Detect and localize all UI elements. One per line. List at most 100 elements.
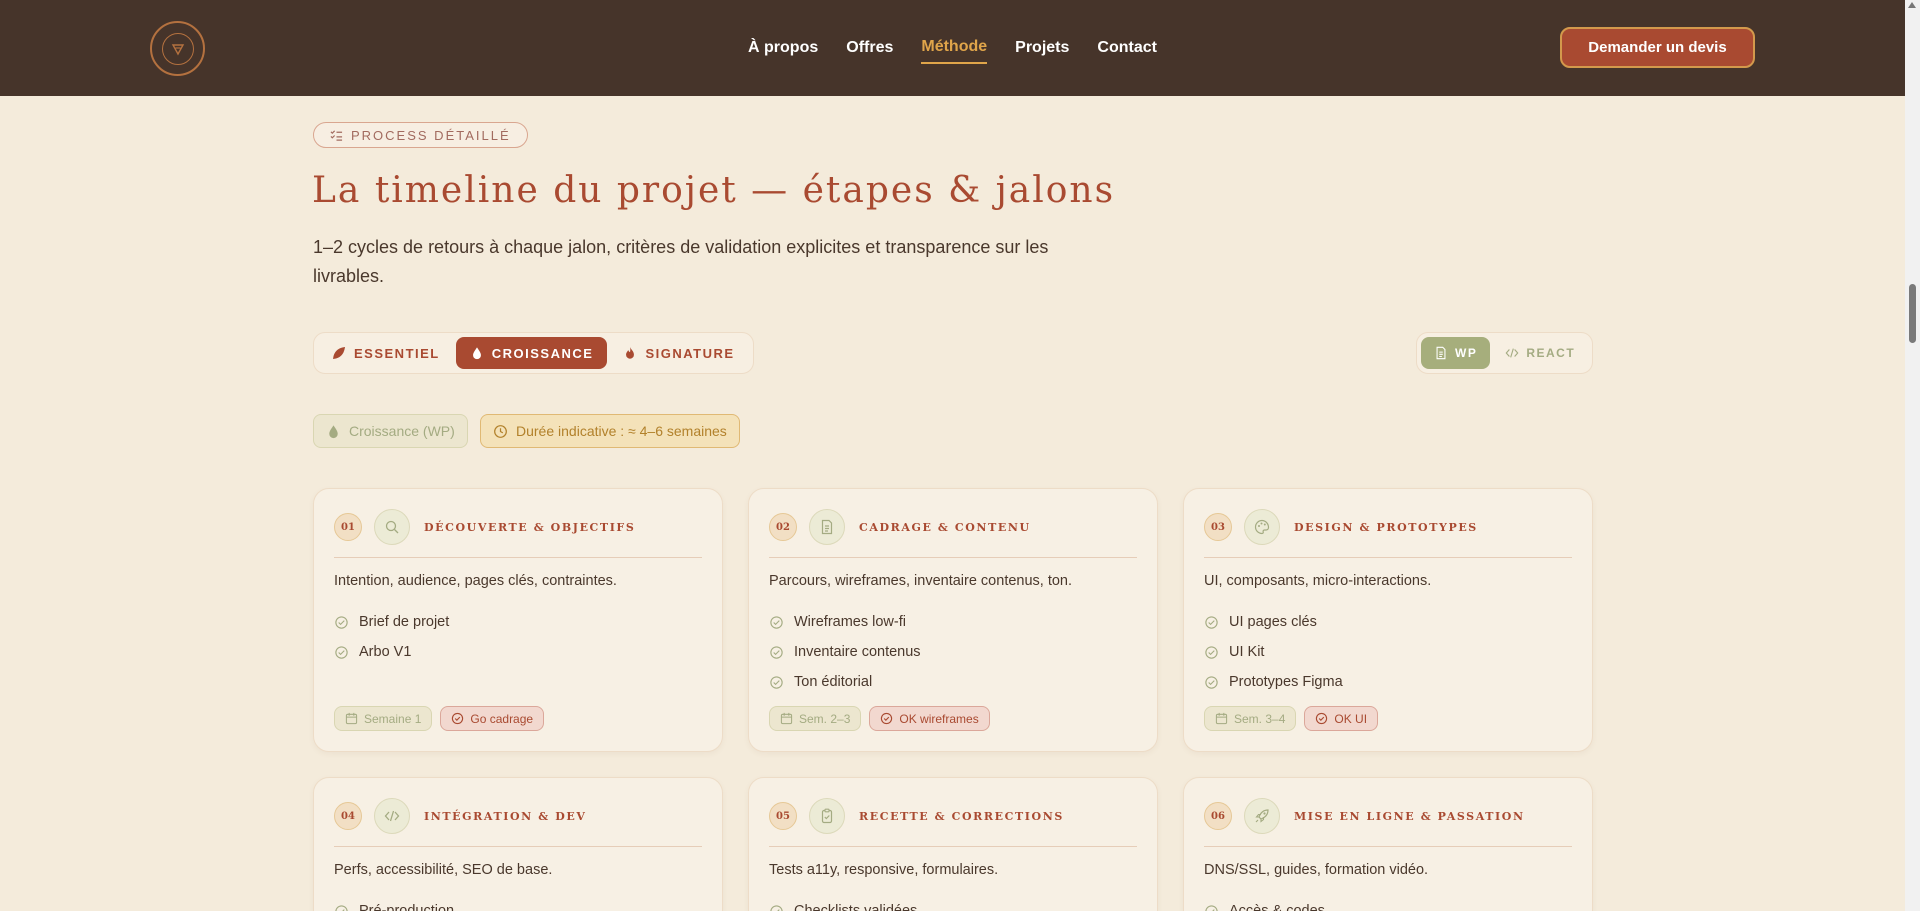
check-circle-icon: [770, 615, 783, 629]
step-card: 03 Design & prototypes UI, composants, m…: [1183, 488, 1593, 752]
drop-icon: [472, 347, 481, 360]
deliverable-label: Checklists validées: [794, 903, 918, 911]
deliverable-list: Wireframes low-fi Inventaire contenus To…: [769, 607, 921, 697]
nav-item-contact[interactable]: Contact: [1097, 33, 1157, 63]
card-divider: [1204, 557, 1572, 558]
deliverable-list: UI pages clés UI Kit Prototypes Figma: [1204, 607, 1343, 697]
week-label: Sem. 3–4: [1234, 711, 1286, 726]
scrollbar-thumb[interactable]: [1909, 284, 1916, 343]
step-description: UI, composants, micro-interactions.: [1204, 573, 1432, 589]
tech-tab-react[interactable]: REACT: [1492, 337, 1588, 369]
deliverable-label: Accès & codes: [1229, 903, 1325, 911]
milestone-badge: OK UI: [1304, 706, 1379, 731]
section-kicker: PROCESS DÉTAILLÉ: [313, 122, 528, 148]
list-item: Accès & codes: [1204, 896, 1325, 911]
step-description: DNS/SSL, guides, formation vidéo.: [1204, 862, 1429, 878]
step-description: Parcours, wireframes, inventaire contenu…: [769, 573, 1073, 589]
nav-item-projets[interactable]: Projets: [1015, 33, 1069, 63]
milestone-badge: OK wireframes: [869, 706, 990, 731]
check-circle-icon: [770, 904, 783, 911]
code-icon: [1505, 348, 1519, 358]
card-divider: [769, 846, 1137, 847]
plan-tab-label: CROISSANCE: [491, 345, 594, 361]
tech-tab-wp[interactable]: WP: [1421, 337, 1491, 369]
list-item: Arbo V1: [334, 637, 449, 667]
check-circle-icon: [1205, 904, 1218, 911]
check-circle-icon: [1205, 675, 1218, 689]
card-divider: [334, 557, 702, 558]
vertical-scrollbar[interactable]: [1905, 0, 1920, 911]
step-description: Tests a11y, responsive, formulaires.: [769, 862, 999, 878]
deliverable-list: Checklists validées: [769, 896, 917, 911]
list-item: UI pages clés: [1204, 607, 1343, 637]
check-circle-icon: [452, 712, 464, 725]
flame-icon: [626, 346, 635, 359]
plan-tab-essentiel[interactable]: ESSENTIEL: [318, 337, 454, 369]
deliverable-label: UI pages clés: [1229, 614, 1317, 630]
check-circle-icon: [770, 645, 783, 659]
step-title: Cadrage & contenu: [859, 520, 1031, 534]
list-item: UI Kit: [1204, 637, 1343, 667]
palette-icon: [1244, 509, 1280, 545]
plan-tab-croissance[interactable]: CROISSANCE: [455, 337, 608, 369]
deliverable-label: UI Kit: [1229, 644, 1265, 660]
step-title: Découverte & objectifs: [424, 520, 636, 534]
step-card: 02 Cadrage & contenu Parcours, wireframe…: [748, 488, 1158, 752]
calendar-icon: [1215, 712, 1228, 725]
check-circle-icon: [770, 675, 783, 689]
plan-tab-label: SIGNATURE: [645, 345, 735, 361]
week-label: Sem. 2–3: [799, 711, 851, 726]
step-number: 06: [1204, 802, 1232, 830]
step-card: 06 Mise en ligne & passation DNS/SSL, gu…: [1183, 777, 1593, 911]
list-item: Pré-production: [334, 896, 454, 911]
plan-selector: ESSENTIEL CROISSANCE SIGNATURE: [313, 332, 754, 374]
deliverable-label: Ton éditorial: [794, 674, 873, 690]
checklist-icon: [330, 129, 343, 141]
step-card: 04 Intégration & dev Perfs, accessibilit…: [313, 777, 723, 911]
week-label: Semaine 1: [364, 711, 422, 726]
tech-tab-label: REACT: [1526, 346, 1576, 360]
deliverable-label: Wireframes low-fi: [794, 614, 906, 630]
scroll-up-arrow-icon[interactable]: [1908, 2, 1916, 8]
deliverable-list: Brief de projet Arbo V1: [334, 607, 449, 667]
deliverable-label: Arbo V1: [359, 644, 412, 660]
plan-tab-label: ESSENTIEL: [354, 345, 440, 361]
check-circle-icon: [1316, 712, 1328, 725]
document-icon: [809, 509, 845, 545]
list-item: Inventaire contenus: [769, 637, 921, 667]
step-card: 01 Découverte & objectifs Intention, aud…: [313, 488, 723, 752]
step-title: Recette & corrections: [859, 809, 1064, 823]
file-icon: [1436, 346, 1446, 360]
drop-icon: [329, 424, 338, 438]
rocket-icon: [1244, 798, 1280, 834]
milestone-label: Go cadrage: [470, 711, 534, 726]
check-circle-icon: [1205, 645, 1218, 659]
list-item: Wireframes low-fi: [769, 607, 921, 637]
step-number: 04: [334, 802, 362, 830]
calendar-icon: [780, 712, 793, 725]
plan-chip-label: Croissance (WP): [349, 423, 455, 439]
clock-icon: [494, 424, 507, 438]
deliverable-label: Inventaire contenus: [794, 644, 921, 660]
step-description: Intention, audience, pages clés, contrai…: [334, 573, 617, 589]
request-quote-button[interactable]: Demander un devis: [1560, 27, 1755, 68]
deliverable-list: Accès & codes: [1204, 896, 1325, 911]
nav-item-methode[interactable]: Méthode: [921, 32, 988, 64]
deliverable-list: Pré-production: [334, 896, 454, 911]
card-divider: [334, 846, 702, 847]
check-circle-icon: [881, 712, 893, 725]
nav-item-offres[interactable]: Offres: [846, 33, 893, 63]
section-lead: 1–2 cycles de retours à chaque jalon, cr…: [313, 237, 1049, 286]
step-number: 05: [769, 802, 797, 830]
list-item: Prototypes Figma: [1204, 667, 1343, 697]
plan-tab-signature[interactable]: SIGNATURE: [609, 337, 748, 369]
search-icon: [374, 509, 410, 545]
step-title: Design & prototypes: [1294, 520, 1478, 534]
week-badge: Sem. 2–3: [769, 706, 862, 731]
milestone-badge: Go cadrage: [440, 706, 545, 731]
duration-chip: Durée indicative : ≈ 4–6 semaines: [480, 414, 740, 448]
milestone-label: OK wireframes: [899, 711, 979, 726]
check-circle-icon: [335, 615, 348, 629]
check-circle-icon: [335, 645, 348, 659]
nav-item-a-propos[interactable]: À propos: [748, 33, 818, 63]
